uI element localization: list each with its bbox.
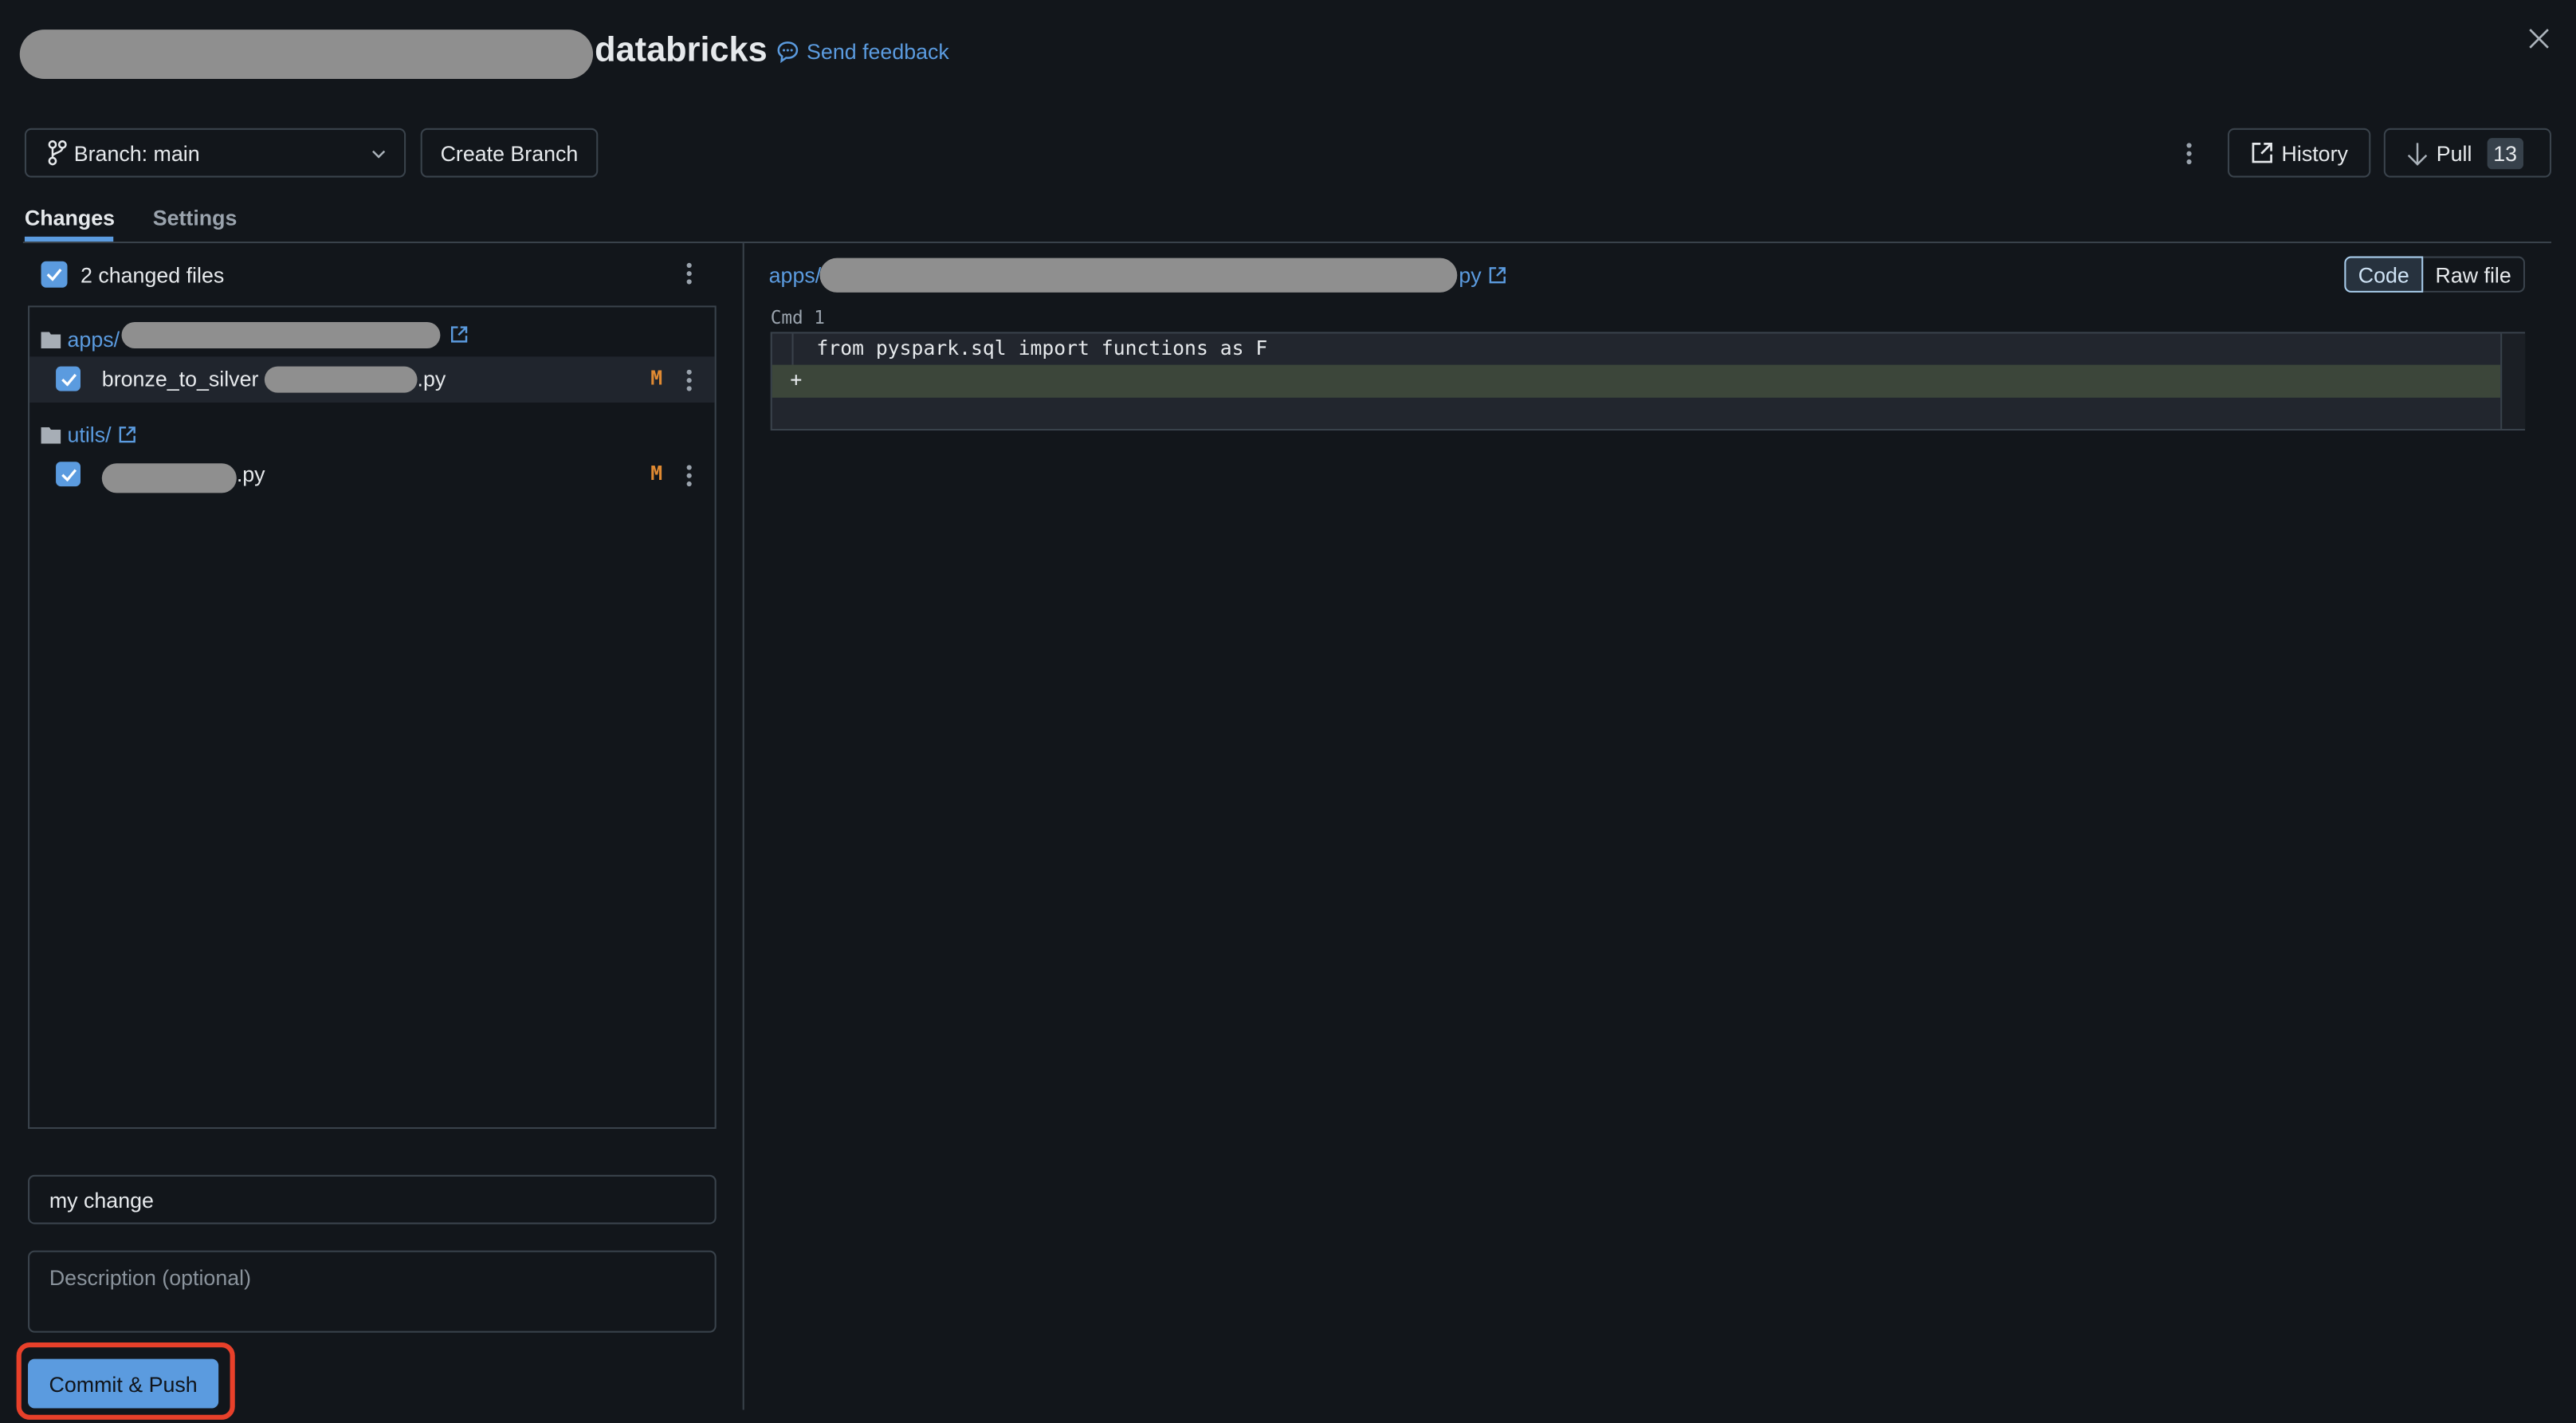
file-menu-icon[interactable] xyxy=(686,369,693,395)
cell-label: Cmd 1 xyxy=(770,307,825,329)
send-feedback-label: Send feedback xyxy=(807,39,949,65)
added-line: + xyxy=(772,364,2501,398)
tabs-divider xyxy=(22,241,2552,244)
pull-count-badge: 13 xyxy=(2487,137,2524,169)
close-icon[interactable] xyxy=(2528,28,2550,49)
added-marker: + xyxy=(790,368,803,391)
select-all-checkbox[interactable] xyxy=(41,261,68,288)
folder-icon xyxy=(41,426,61,443)
file-row[interactable]: .py M xyxy=(29,454,715,500)
file-checkbox[interactable] xyxy=(56,366,80,391)
external-link-icon[interactable] xyxy=(1488,266,1506,285)
diff-path-suffix[interactable]: py xyxy=(1459,263,1481,288)
folder-label[interactable]: utils/ xyxy=(68,423,112,447)
commit-push-button[interactable]: Commit & Push xyxy=(28,1358,219,1409)
git-branch-icon xyxy=(48,140,67,166)
redacted-filename xyxy=(101,463,237,493)
file-menu-icon[interactable] xyxy=(686,465,693,489)
redacted-path xyxy=(121,321,441,348)
pull-label: Pull xyxy=(2436,140,2472,166)
folder-utils: utils/ xyxy=(41,423,136,447)
dialog-title: databricks xyxy=(595,31,768,69)
create-branch-button[interactable]: Create Branch xyxy=(420,128,599,178)
file-extension: .py xyxy=(417,366,446,391)
pull-button[interactable]: Pull 13 xyxy=(2383,128,2552,178)
view-toggle: Code Raw file xyxy=(2344,256,2526,293)
file-extension: .py xyxy=(236,462,265,487)
git-dialog: databricks Send feedback Branch: main Cr… xyxy=(0,0,2576,1423)
commit-message-input[interactable]: my change xyxy=(28,1174,717,1224)
diff-path-prefix[interactable]: apps/ xyxy=(769,263,822,288)
pane-divider[interactable] xyxy=(742,243,744,1410)
code-text: from pyspark.sql import functions as F xyxy=(816,336,1268,360)
raw-file-button[interactable]: Raw file xyxy=(2423,256,2526,293)
check-icon xyxy=(61,372,77,386)
branch-label: Branch: main xyxy=(73,140,200,166)
arrow-down-icon xyxy=(2407,142,2428,165)
code-view-button[interactable]: Code xyxy=(2344,256,2424,293)
folder-icon xyxy=(41,331,61,348)
chat-bubble-icon xyxy=(777,41,799,64)
tab-settings[interactable]: Settings xyxy=(153,206,238,230)
code-diff: from pyspark.sql import functions as F + xyxy=(770,332,2526,431)
modified-badge: M xyxy=(650,462,663,485)
file-row[interactable]: bronze_to_silver .py M xyxy=(29,356,715,403)
folder-apps: apps/ xyxy=(41,327,120,352)
tab-changes[interactable]: Changes xyxy=(25,206,115,230)
folder-label[interactable]: apps/ xyxy=(68,327,120,352)
modified-badge: M xyxy=(650,366,663,390)
changed-files-count: 2 changed files xyxy=(80,262,225,288)
commit-description-textarea[interactable]: Description (optional) xyxy=(28,1250,717,1333)
horizontal-scrollbar[interactable] xyxy=(2500,333,2526,429)
external-link-icon[interactable] xyxy=(118,426,136,444)
gutter-line xyxy=(791,333,794,365)
history-label: History xyxy=(2281,140,2348,166)
branch-select[interactable]: Branch: main xyxy=(24,128,406,178)
changes-menu-icon[interactable] xyxy=(686,262,693,288)
redacted-filename xyxy=(264,366,418,393)
file-name: bronze_to_silver xyxy=(101,366,259,391)
file-list: apps/ bronze_to_silver .py M utils/ .py … xyxy=(28,305,717,1130)
chevron-down-icon xyxy=(372,150,386,159)
redacted-diff-path xyxy=(819,257,1458,293)
external-link-icon[interactable] xyxy=(450,325,469,344)
external-link-icon xyxy=(2252,143,2272,163)
history-button[interactable]: History xyxy=(2227,128,2371,178)
more-options-icon[interactable] xyxy=(2186,143,2193,167)
send-feedback-link[interactable]: Send feedback xyxy=(776,39,949,64)
code-line: from pyspark.sql import functions as F xyxy=(772,333,2500,365)
redacted-repo-name xyxy=(19,29,594,79)
check-icon xyxy=(61,468,77,481)
check-icon xyxy=(46,268,62,281)
file-checkbox[interactable] xyxy=(56,462,80,487)
